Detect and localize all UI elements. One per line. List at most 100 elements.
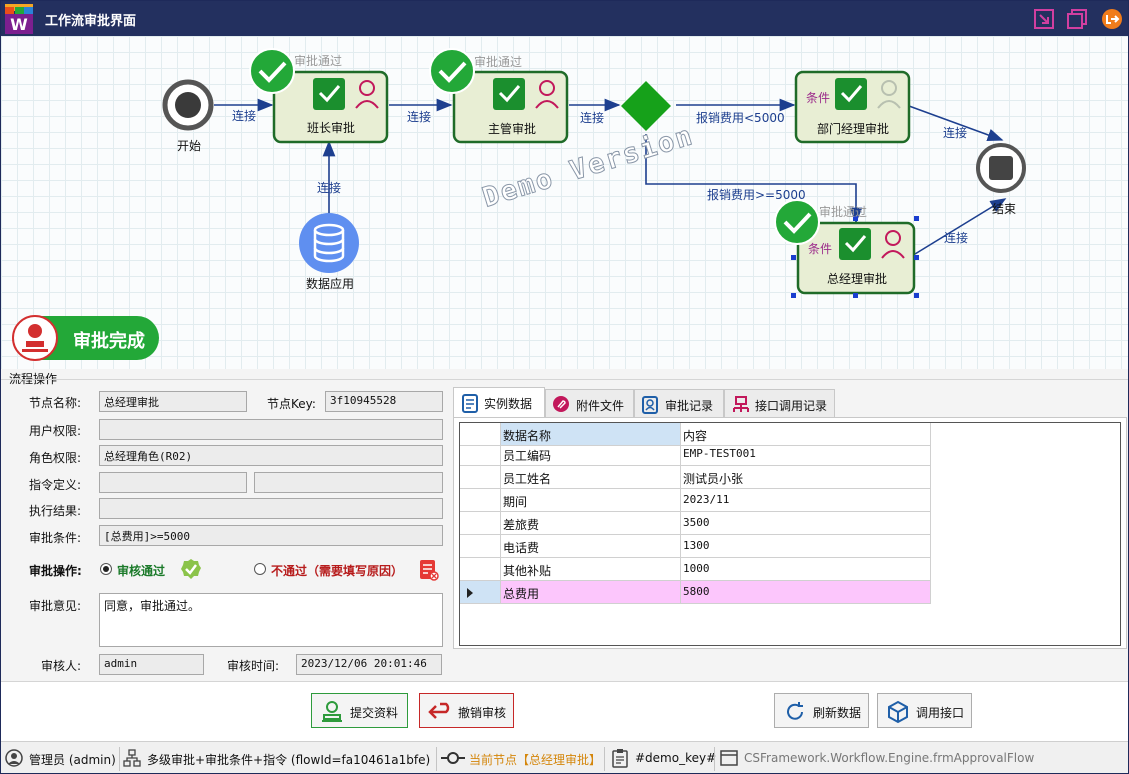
current-row-arrow-icon: [467, 588, 473, 598]
row-selector-current[interactable]: [460, 581, 501, 604]
start-event-icon: [162, 79, 214, 131]
call-api-button[interactable]: 调用接口: [877, 693, 972, 728]
paperclip-icon: [553, 396, 569, 412]
row-selector[interactable]: [460, 512, 501, 535]
role-perm-field[interactable]: 总经理角色(R02): [99, 445, 443, 466]
table-row-name[interactable]: 其他补贴: [501, 558, 681, 581]
row-selector[interactable]: [460, 489, 501, 512]
table-row-name[interactable]: 差旅费: [501, 512, 681, 535]
tab-approval-records[interactable]: 审批记录: [634, 389, 724, 417]
status-current-node: 当前节点【总经理审批】: [469, 753, 602, 767]
instance-data-grid[interactable]: 数据名称 内容 员工编码 EMP-TEST001 员工姓名 测试员小张 期间 2…: [459, 422, 1121, 646]
status-zongjingli: 审批通过: [819, 205, 868, 219]
node-commit-icon: [441, 752, 465, 764]
edge-label: 连接: [317, 181, 342, 195]
table-row-value[interactable]: 1000: [681, 558, 931, 581]
radio-reject-label[interactable]: 不通过（需要填写原因）: [271, 562, 403, 579]
cmd-field-1[interactable]: [99, 472, 247, 493]
user-icon: [5, 749, 23, 767]
refresh-label: 刷新数据: [813, 706, 862, 720]
database-icon: [299, 213, 359, 273]
stamp-icon: [322, 701, 342, 722]
node-zongjingli-label: 总经理审批: [827, 272, 888, 286]
status-flow: 多级审批+审批条件+指令 (flowId=fa10461a1bfe): [147, 753, 431, 767]
tab-label: 审批记录: [665, 399, 714, 413]
condition-tag-bumen: 条件: [806, 91, 831, 105]
row-selector[interactable]: [460, 466, 501, 489]
node-name-label: 节点名称:: [29, 396, 82, 410]
table-row-name[interactable]: 员工编码: [501, 443, 681, 466]
app-logo-letter: W: [10, 15, 28, 34]
radio-reject[interactable]: [254, 563, 266, 575]
exit-icon[interactable]: [1100, 7, 1124, 31]
result-field[interactable]: [99, 498, 443, 519]
approved-check-icon: [429, 48, 475, 94]
table-row-value[interactable]: 2023/11: [681, 489, 931, 512]
edge-label: 连接: [580, 111, 605, 125]
undo-arrow-icon: [428, 702, 450, 719]
submit-label: 提交资料: [350, 706, 399, 720]
tab-api-call-records[interactable]: 接口调用记录: [724, 389, 835, 417]
section-divider: [1, 379, 1128, 380]
tab-instance-data[interactable]: 实例数据: [453, 387, 545, 417]
status-demo-key: #demo_key#: [635, 751, 717, 765]
edge-label: 连接: [943, 126, 968, 140]
edge-condition-lt: 报销费用<5000: [696, 111, 785, 125]
status-bar: 管理员 (admin) 多级审批+审批条件+指令 (flowId=fa10461…: [1, 741, 1128, 773]
row-selector[interactable]: [460, 443, 501, 466]
table-row-value[interactable]: 1300: [681, 535, 931, 558]
node-name-field[interactable]: 总经理审批: [99, 391, 247, 412]
shrink-icon[interactable]: [1032, 7, 1056, 31]
workflow-canvas[interactable]: 开始 结束 数据应用 班长审批 主管审批 部门经理审批 总经理审批 审批通过 审…: [1, 36, 1128, 369]
op-label: 审批操作:: [29, 564, 82, 578]
reject-document-icon: [420, 560, 439, 581]
radio-pass[interactable]: [100, 563, 112, 575]
table-row-name[interactable]: 期间: [501, 489, 681, 512]
tab-attachments[interactable]: 附件文件: [545, 389, 634, 417]
refresh-button[interactable]: 刷新数据: [774, 693, 869, 728]
status-separator: [436, 747, 437, 771]
condition-tag-zongjingli: 条件: [808, 242, 833, 256]
network-icon: [733, 396, 749, 412]
pass-badge-icon: [181, 559, 201, 579]
tab-label: 实例数据: [484, 397, 533, 411]
edge-condition-ge: 报销费用>=5000: [707, 188, 806, 202]
row-selector[interactable]: [460, 558, 501, 581]
node-key-label: 节点Key:: [267, 397, 316, 411]
gateway-diamond-icon: [621, 81, 671, 131]
table-row-name[interactable]: 电话费: [501, 535, 681, 558]
row-selector[interactable]: [460, 535, 501, 558]
user-perm-field[interactable]: [99, 419, 443, 440]
table-row-name-selected[interactable]: 总费用: [501, 581, 681, 604]
edge-label: 连接: [407, 110, 432, 124]
revoke-button[interactable]: 撤销审核: [419, 693, 514, 728]
table-row-value-selected[interactable]: 5800: [681, 581, 931, 604]
submit-button[interactable]: 提交资料: [311, 693, 408, 728]
refresh-icon: [787, 702, 803, 720]
end-event-icon: [976, 143, 1026, 193]
status-user: 管理员 (admin): [29, 753, 116, 767]
data-node-label: 数据应用: [306, 277, 355, 291]
cube-icon: [888, 700, 908, 724]
table-row-value[interactable]: 测试员小张: [681, 466, 931, 489]
table-row-value[interactable]: 3500: [681, 512, 931, 535]
restore-icon[interactable]: [1065, 7, 1089, 31]
table-row-value[interactable]: EMP-TEST001: [681, 443, 931, 466]
cmd-field-2[interactable]: [254, 472, 443, 493]
action-divider: [1, 681, 1128, 682]
node-key-field[interactable]: 3f10945528: [325, 391, 443, 412]
audit-time-field[interactable]: 2023/12/06 20:01:46: [296, 654, 442, 675]
status-zhuguan: 审批通过: [474, 55, 523, 69]
approval-done-text: 审批完成: [73, 331, 145, 352]
node-banzhang-label: 班长审批: [307, 121, 356, 135]
condition-field[interactable]: [总费用]>=5000: [99, 525, 443, 546]
call-api-label: 调用接口: [916, 706, 965, 720]
auditor-field[interactable]: admin: [99, 654, 204, 675]
opinion-textarea[interactable]: 同意，审批通过。: [99, 593, 443, 647]
table-row-name[interactable]: 员工姓名: [501, 466, 681, 489]
edge-label: 连接: [944, 231, 969, 245]
radio-pass-label[interactable]: 审核通过: [117, 562, 165, 579]
window-icon: [720, 750, 738, 766]
title-bar: W 工作流审批界面: [1, 1, 1128, 36]
opinion-label: 审批意见:: [29, 599, 82, 613]
